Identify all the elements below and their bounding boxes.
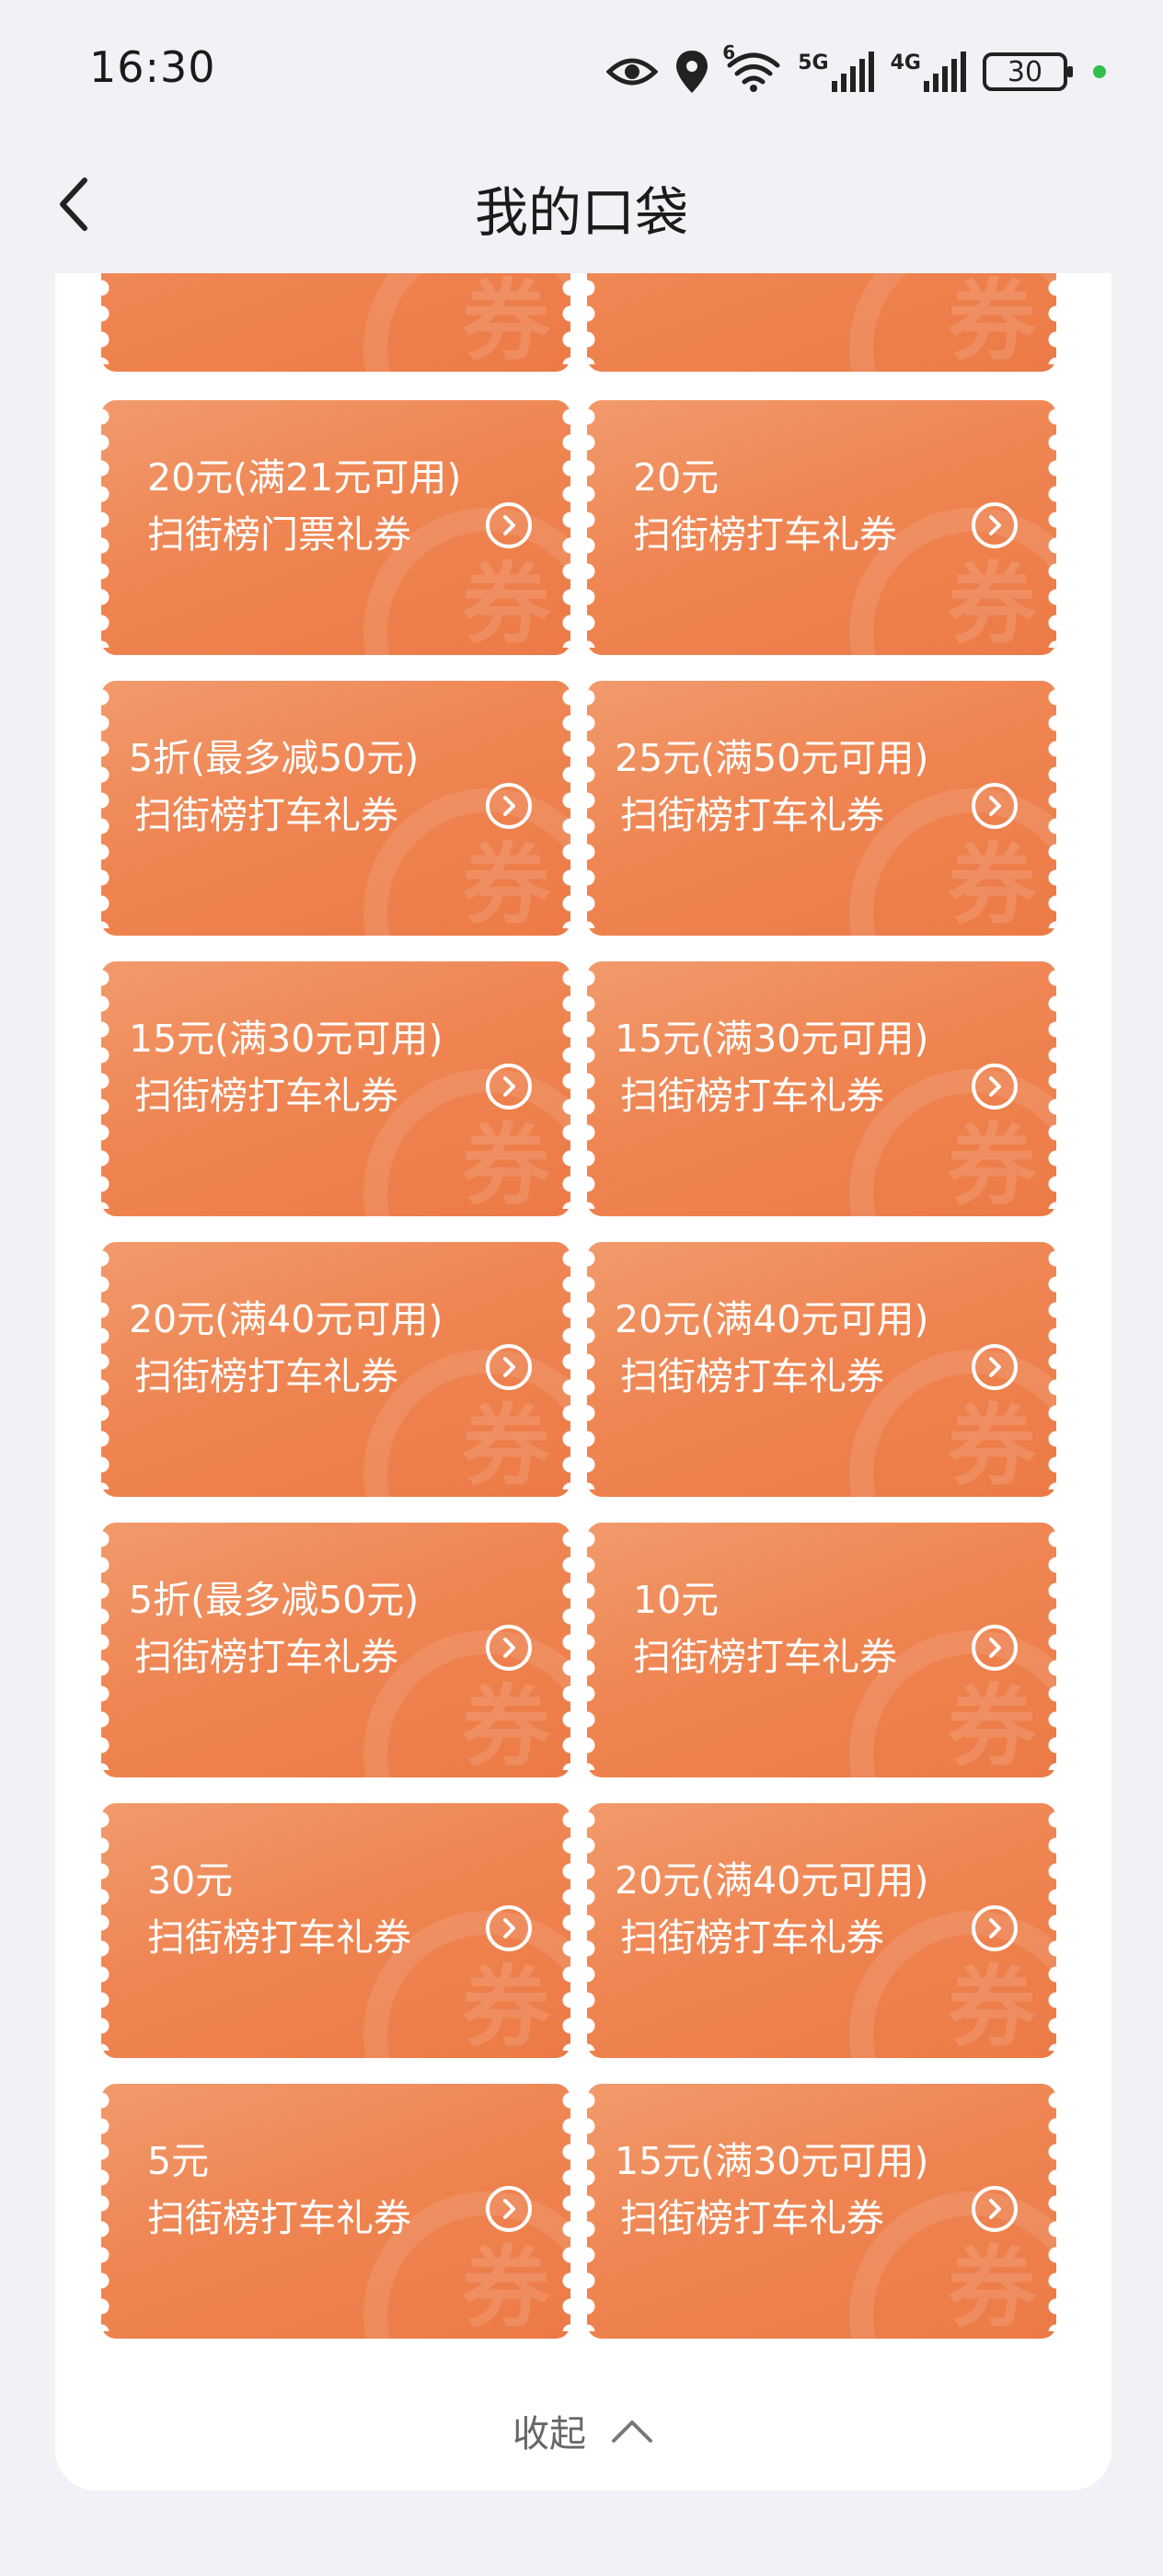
chevron-circle-right-icon[interactable]	[972, 1625, 1018, 1671]
coupon-item[interactable]: 券 20元(满40元可用) 扫街榜打车礼券	[587, 1242, 1056, 1497]
coupon-watermark: 券	[948, 1675, 1036, 1777]
coupon-amount: 20元(满40元可用)	[615, 1858, 929, 1903]
signal-icon	[924, 52, 966, 92]
coupon-watermark: 券	[948, 1114, 1036, 1216]
coupon-amount: 5折(最多减50元)	[129, 1578, 420, 1622]
coupon-item[interactable]: 券 15元(满30元可用) 扫街榜打车礼券	[587, 961, 1056, 1216]
coupon-name: 扫街榜门票礼券	[147, 512, 411, 557]
chevron-circle-right-icon[interactable]	[486, 2186, 532, 2232]
signal-4g: 4G	[891, 52, 966, 92]
battery-level: 30	[1007, 55, 1043, 88]
net-type-4g: 4G	[890, 52, 921, 75]
net-type-5g: 5G	[798, 52, 829, 75]
coupon-item[interactable]: 券 5折(最多减50元) 扫街榜打车礼券	[101, 1523, 570, 1777]
coupon-amount: 10元	[633, 1578, 720, 1622]
coupon-item[interactable]: 券 20元(满40元可用) 扫街榜打车礼券	[587, 1803, 1056, 2058]
location-icon	[676, 51, 708, 93]
privacy-indicator-dot	[1093, 65, 1106, 78]
coupon-watermark: 券	[948, 273, 1036, 372]
wifi-indicator: 6	[722, 41, 781, 93]
chevron-circle-right-icon[interactable]	[486, 1064, 532, 1110]
chevron-circle-right-icon[interactable]	[972, 1905, 1018, 1951]
coupon-item[interactable]: 券	[587, 273, 1056, 372]
coupon-watermark: 券	[948, 1956, 1036, 2058]
chevron-circle-right-icon[interactable]	[486, 1344, 532, 1390]
coupon-item[interactable]: 券 20元(满40元可用) 扫街榜打车礼券	[101, 1242, 570, 1497]
coupon-name: 扫街榜打车礼券	[620, 1354, 884, 1398]
coupon-amount: 25元(满50元可用)	[615, 736, 929, 780]
coupon-watermark: 券	[948, 1395, 1036, 1497]
battery-icon: 30	[983, 52, 1073, 91]
coupon-name: 扫街榜打车礼券	[134, 1354, 398, 1398]
coupon-name: 扫街榜打车礼券	[620, 793, 884, 837]
status-bar: 16:30 6 5G 4G 30	[0, 0, 1163, 147]
chevron-circle-right-icon[interactable]	[486, 783, 532, 829]
coupon-card: 券 券 券 20元(满21元可用) 扫街榜门票礼券 券 20元 扫街榜打车礼券	[55, 273, 1111, 2490]
coupon-watermark: 券	[462, 1395, 550, 1497]
coupon-name: 扫街榜打车礼券	[147, 1915, 411, 1960]
coupon-name: 扫街榜打车礼券	[620, 1074, 884, 1118]
coupon-item[interactable]: 券 20元 扫街榜打车礼券	[587, 400, 1056, 655]
coupon-amount: 20元	[633, 455, 720, 500]
coupon-name: 扫街榜打车礼券	[134, 1635, 398, 1679]
coupon-item[interactable]: 券 30元 扫街榜打车礼券	[101, 1803, 570, 2058]
collapse-label: 收起	[512, 2413, 586, 2455]
coupon-item[interactable]: 券	[101, 273, 570, 372]
status-time: 16:30	[89, 42, 216, 92]
page-title: 我的口袋	[474, 181, 688, 244]
coupon-watermark: 券	[948, 553, 1036, 655]
signal-icon	[831, 52, 874, 92]
coupon-amount: 5元	[147, 2139, 210, 2183]
coupon-watermark: 券	[462, 273, 550, 372]
coupon-watermark: 券	[462, 834, 550, 936]
coupon-amount: 15元(满30元可用)	[615, 2139, 929, 2183]
wifi-badge: 6	[722, 41, 736, 63]
coupon-name: 扫街榜打车礼券	[620, 1915, 884, 1960]
coupon-watermark: 券	[462, 1956, 550, 2058]
chevron-circle-right-icon[interactable]	[972, 502, 1018, 548]
coupon-amount: 20元(满40元可用)	[615, 1297, 929, 1341]
coupon-item[interactable]: 券 20元(满21元可用) 扫街榜门票礼券	[101, 400, 570, 655]
collapse-button[interactable]: 收起	[55, 2394, 1111, 2467]
coupon-item[interactable]: 券 15元(满30元可用) 扫街榜打车礼券	[101, 961, 570, 1216]
coupon-item[interactable]: 券 25元(满50元可用) 扫街榜打车礼券	[587, 681, 1056, 936]
coupon-item[interactable]: 券 10元 扫街榜打车礼券	[587, 1523, 1056, 1777]
coupon-amount: 15元(满30元可用)	[129, 1017, 443, 1061]
chevron-circle-right-icon[interactable]	[486, 1905, 532, 1951]
chevron-circle-right-icon[interactable]	[972, 783, 1018, 829]
coupon-amount: 20元(满40元可用)	[129, 1297, 443, 1341]
chevron-circle-right-icon[interactable]	[972, 1344, 1018, 1390]
coupon-name: 扫街榜打车礼券	[633, 512, 897, 557]
coupon-name: 扫街榜打车礼券	[134, 1074, 398, 1118]
coupon-amount: 30元	[147, 1858, 234, 1903]
eye-icon	[606, 58, 659, 86]
coupon-amount: 15元(满30元可用)	[615, 1017, 929, 1061]
coupon-item[interactable]: 券 5元 扫街榜打车礼券	[101, 2084, 570, 2339]
chevron-circle-right-icon[interactable]	[972, 2186, 1018, 2232]
coupon-item[interactable]: 券 5折(最多减50元) 扫街榜打车礼券	[101, 681, 570, 936]
page-header: 我的口袋	[0, 147, 1163, 267]
coupon-watermark: 券	[462, 553, 550, 655]
coupon-watermark: 券	[462, 1114, 550, 1216]
coupon-item[interactable]: 券 15元(满30元可用) 扫街榜打车礼券	[587, 2084, 1056, 2339]
coupon-name: 扫街榜打车礼券	[147, 2196, 411, 2240]
chevron-circle-right-icon[interactable]	[486, 1625, 532, 1671]
coupon-watermark: 券	[948, 2237, 1036, 2339]
coupon-amount: 20元(满21元可用)	[147, 455, 462, 500]
chevron-up-icon	[612, 2421, 652, 2443]
signal-5g: 5G	[798, 52, 874, 92]
coupon-watermark: 券	[462, 1675, 550, 1777]
chevron-circle-right-icon[interactable]	[486, 502, 532, 548]
coupon-amount: 5折(最多减50元)	[129, 736, 420, 780]
status-icons: 6 5G 4G 30	[606, 41, 1106, 99]
coupon-name: 扫街榜打车礼券	[633, 1635, 897, 1679]
coupon-watermark: 券	[462, 2237, 550, 2339]
coupon-name: 扫街榜打车礼券	[134, 793, 398, 837]
coupon-watermark: 券	[948, 834, 1036, 936]
coupon-name: 扫街榜打车礼券	[620, 2196, 884, 2240]
chevron-circle-right-icon[interactable]	[972, 1064, 1018, 1110]
